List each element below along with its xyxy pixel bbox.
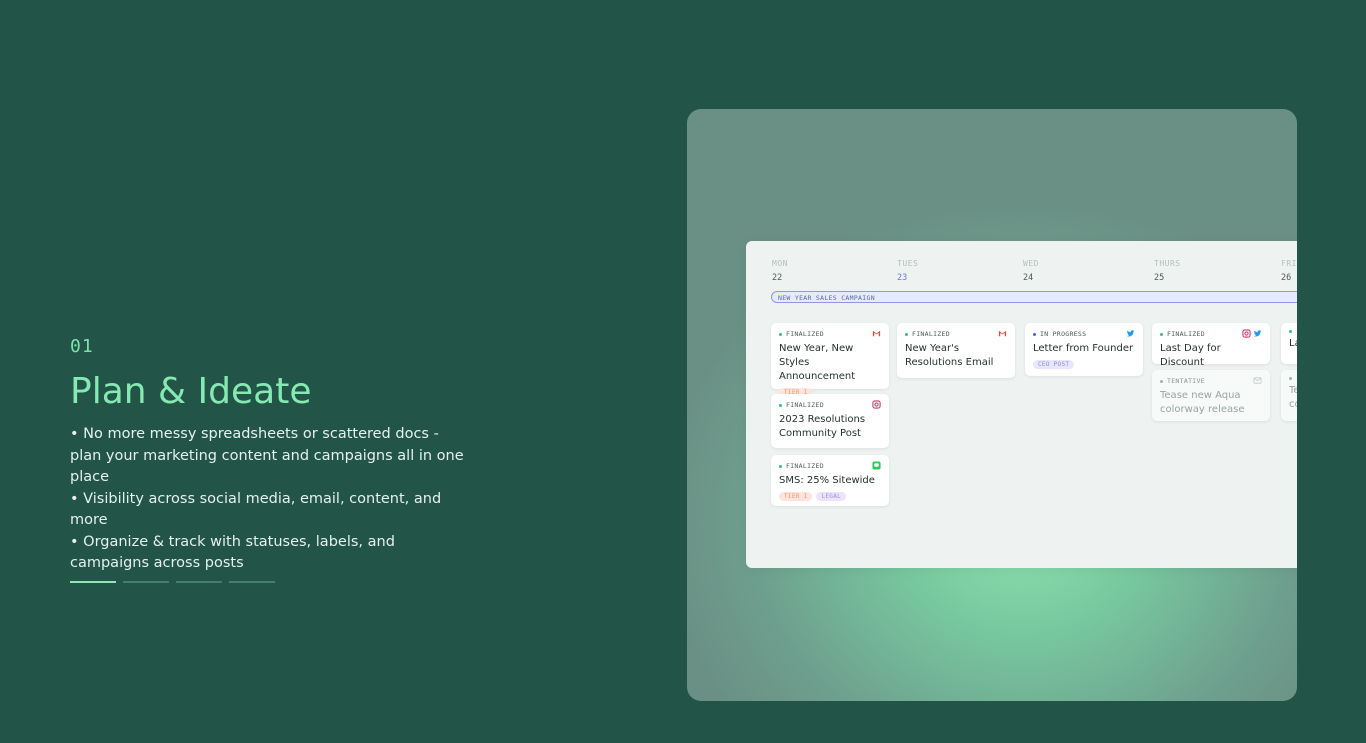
channel-icons [1253, 376, 1262, 385]
progress-step-1[interactable] [70, 581, 116, 583]
status-dot [779, 403, 782, 407]
post-title: Letter from Founder [1033, 343, 1134, 354]
product-preview: MON 22 TUES 23 WED 24 THURS 25 FRI 26 NE… [687, 109, 1297, 701]
day-name: THURS [1154, 259, 1181, 268]
channel-icons [1126, 329, 1135, 338]
channel-icons [872, 329, 881, 338]
bullet-item: • Visibility across social media, email,… [70, 490, 442, 529]
day-date: 24 [1023, 273, 1034, 283]
channel-icons [998, 329, 1007, 338]
content-calendar: MON 22 TUES 23 WED 24 THURS 25 FRI 26 NE… [746, 241, 1297, 568]
day-header-fri: FRI 26 [1281, 259, 1297, 283]
status-dot [779, 332, 782, 336]
status-text: IN PROGRESS [1040, 330, 1087, 338]
status-text: FINALIZED [1167, 330, 1205, 338]
progress-step-4[interactable] [229, 581, 275, 583]
gmail-icon [872, 330, 881, 337]
status-text: TENTATIVE [1167, 377, 1205, 385]
channel-icons [872, 461, 881, 470]
campaign-bar[interactable]: NEW YEAR SALES CAMPAIGN [771, 291, 1297, 303]
status-dot [1289, 330, 1292, 333]
status-dot [1033, 332, 1036, 336]
status-dot [1289, 377, 1292, 380]
twitter-icon [1126, 330, 1135, 337]
channel-icons [1242, 329, 1262, 338]
post-title: Last Day for Discount [1160, 343, 1221, 368]
post-title: New Year's Resolutions Email [905, 343, 994, 368]
post-labels: TIER I LEGAL [779, 492, 881, 501]
bullet-item: • No more messy spreadsheets or scattere… [70, 426, 464, 485]
day-name: WED [1023, 259, 1039, 268]
status-label: FINALIZED [779, 330, 881, 338]
day-date: 22 [772, 273, 783, 283]
post-card[interactable]: FINALIZED SMS: 25% Sitewide TIER I LEGAL [771, 455, 889, 506]
day-name: MON [772, 259, 788, 268]
bullet-item: • Organize & track with statuses, labels… [70, 533, 395, 572]
status-label: FINALIZED [905, 330, 1007, 338]
day-date: 23 [897, 273, 908, 283]
post-card[interactable]: FINALIZED New Year, New Styles Announcem… [771, 323, 889, 397]
status-label: IN PROGRESS [1033, 330, 1135, 338]
post-title: New Year, New Styles Announcement [779, 343, 856, 382]
post-title: Te co [1289, 385, 1297, 410]
status-dot [905, 332, 908, 336]
label-chip: CEO POST [1033, 360, 1075, 369]
progress-step-3[interactable] [176, 581, 222, 583]
day-date: 25 [1154, 273, 1165, 283]
label-chip: LEGAL [816, 492, 847, 501]
feature-title: Plan & Ideate [70, 371, 312, 412]
status-label [1289, 377, 1297, 380]
sms-icon [872, 461, 881, 470]
day-header-mon: MON 22 [772, 259, 788, 283]
status-text: FINALIZED [786, 330, 824, 338]
post-card[interactable]: TENTATIVE Tease new Aqua colorway releas… [1152, 370, 1270, 421]
post-card[interactable]: FINALIZED 2023 Resolutions Community Pos… [771, 394, 889, 448]
day-name: TUES [897, 259, 919, 268]
feature-bullets: • No more messy spreadsheets or scattere… [70, 424, 470, 575]
day-header-thurs: THURS 25 [1154, 259, 1181, 283]
day-date: 26 [1281, 273, 1292, 283]
instagram-icon [872, 400, 881, 409]
post-title: Tease new Aqua colorway release [1160, 390, 1245, 415]
instagram-icon [1242, 329, 1251, 338]
post-title: 2023 Resolutions Community Post [779, 414, 866, 439]
twitter-icon [1253, 330, 1262, 337]
status-text: FINALIZED [786, 401, 824, 409]
channel-icons [872, 400, 881, 409]
post-title: La [1289, 338, 1297, 349]
status-dot [1160, 332, 1163, 336]
day-header-tues: TUES 23 [897, 259, 918, 283]
post-title: SMS: 25% Sitewide [779, 475, 875, 486]
post-card[interactable]: Te co [1281, 370, 1297, 421]
status-label: TENTATIVE [1160, 377, 1262, 385]
gmail-icon [998, 330, 1007, 337]
email-outline-icon [1253, 377, 1262, 384]
progress-step-2[interactable] [123, 581, 169, 583]
post-card[interactable]: FINALIZED New Year's Resolutions Email [897, 323, 1015, 378]
label-chip: TIER I [779, 492, 813, 501]
feature-panel: 01 Plan & Ideate • No more messy spreads… [70, 336, 470, 575]
step-number: 01 [70, 336, 94, 357]
post-card[interactable]: La [1281, 323, 1297, 364]
day-name: FRI [1281, 259, 1297, 268]
day-header-wed: WED 24 [1023, 259, 1039, 283]
status-label [1289, 330, 1297, 333]
status-text: FINALIZED [912, 330, 950, 338]
post-labels: CEO POST [1033, 360, 1135, 369]
status-label: FINALIZED [779, 401, 881, 409]
status-label: FINALIZED [779, 462, 881, 470]
status-text: FINALIZED [786, 462, 824, 470]
slide-progress [70, 581, 275, 583]
status-dot [1160, 379, 1163, 383]
post-card[interactable]: IN PROGRESS Letter from Founder CEO POST [1025, 323, 1143, 376]
status-dot [779, 464, 782, 468]
post-card[interactable]: FINALIZED Last Day for Discount [1152, 323, 1270, 368]
